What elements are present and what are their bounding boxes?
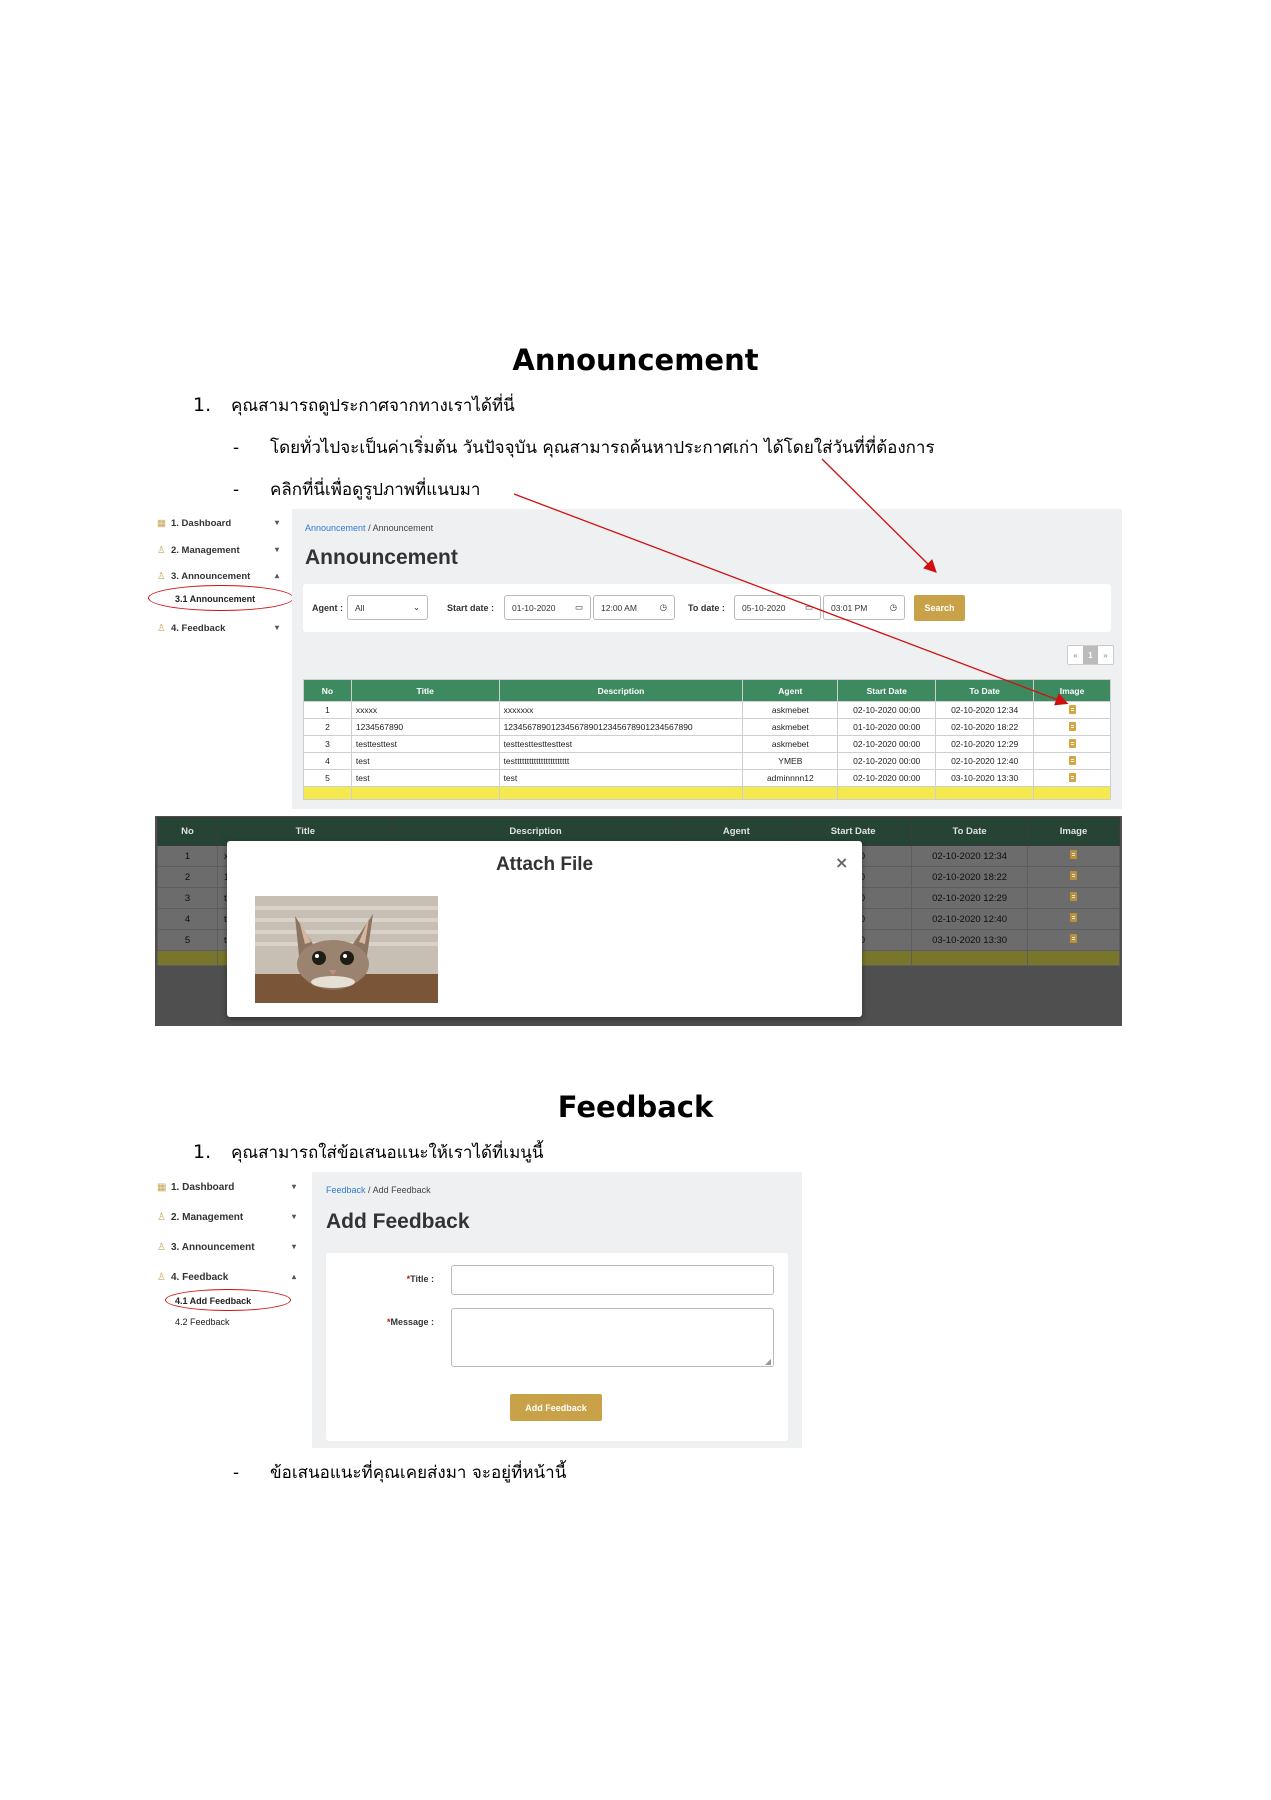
arrow-to-image-icon	[513, 493, 1069, 706]
arrow-to-search	[821, 458, 937, 573]
annotation-arrows	[513, 458, 1069, 706]
